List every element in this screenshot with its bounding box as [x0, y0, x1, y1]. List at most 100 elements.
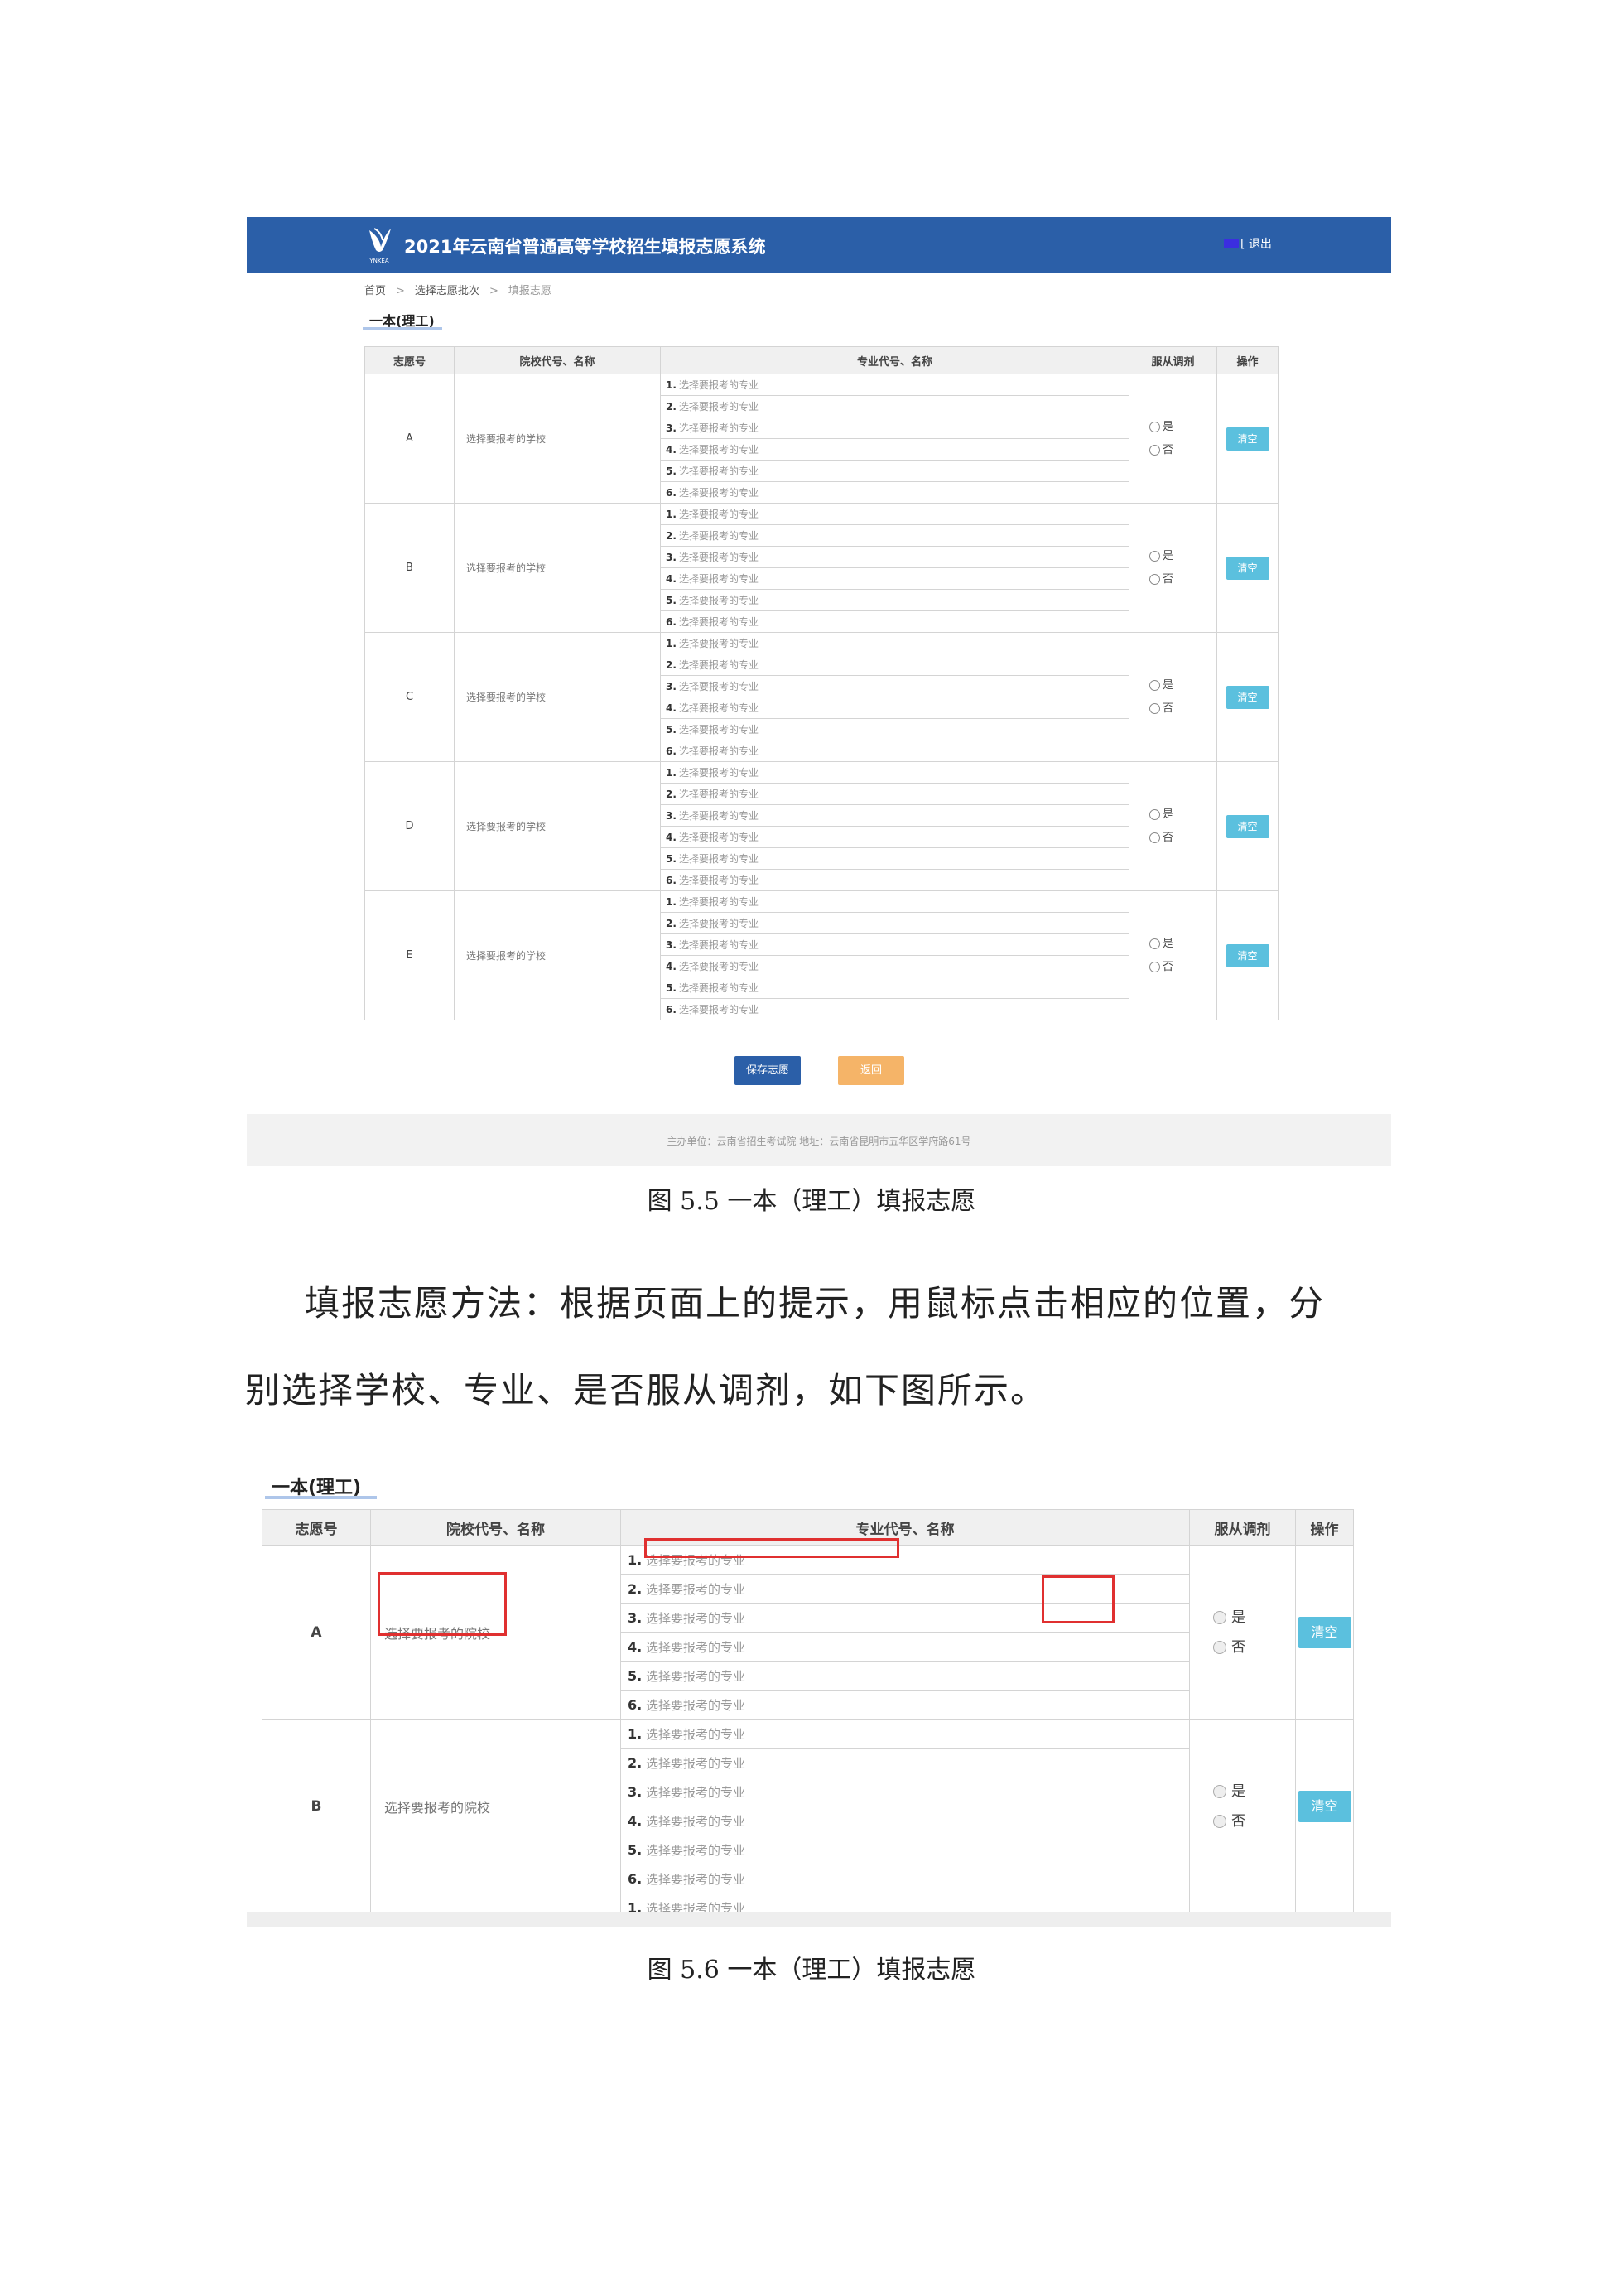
major-select[interactable]: 4. 选择要报考的专业 — [660, 697, 1129, 719]
adjust-yes-option[interactable]: 是 — [1129, 933, 1216, 956]
major-select[interactable]: 4. 选择要报考的专业 — [660, 567, 1129, 590]
major-select[interactable]: 3. 选择要报考的专业 — [660, 933, 1129, 956]
major-select[interactable]: 2. 选择要报考的专业 — [660, 783, 1129, 805]
adjust-yes-option[interactable]: 是 — [1129, 803, 1216, 827]
major-select[interactable]: 4. 选择要报考的专业 — [660, 826, 1129, 848]
major-select[interactable]: 5. 选择要报考的专业 — [660, 847, 1129, 870]
clear-button[interactable]: 清空 — [1226, 943, 1269, 967]
major-select[interactable]: 5. 选择要报考的专业 — [660, 977, 1129, 999]
major-select[interactable]: 3. 选择要报考的专业 — [660, 417, 1129, 439]
adjust-no-label: 否 — [1231, 1812, 1245, 1830]
major-select[interactable]: 4. 选择要报考的专业 — [620, 1806, 1190, 1835]
radio-yes-icon[interactable] — [1149, 421, 1160, 432]
major-placeholder: 选择要报考的专业 — [679, 659, 759, 671]
adjust-yes-option[interactable]: 是 — [1190, 1777, 1295, 1806]
major-select[interactable]: 4. 选择要报考的专业 — [660, 955, 1129, 977]
major-select[interactable]: 4. 选择要报考的专业 — [620, 1632, 1190, 1662]
radio-yes-icon[interactable] — [1149, 808, 1160, 820]
radio-yes-icon[interactable] — [1213, 1784, 1226, 1798]
major-select[interactable]: 2. 选择要报考的专业 — [660, 524, 1129, 547]
radio-no-icon[interactable] — [1149, 573, 1160, 585]
clear-button[interactable]: 清空 — [1226, 814, 1269, 838]
adjust-no-option[interactable]: 否 — [1190, 1633, 1295, 1662]
school-select[interactable]: 选择要报考的学校 — [454, 890, 661, 1020]
caption-figure-5-6: 图 5.6 一本（理工）填报志愿 — [647, 1956, 976, 1985]
radio-yes-icon[interactable] — [1149, 679, 1160, 691]
table-row: D 选择要报考的学校 1. 选择要报考的专业是否清空 — [364, 761, 1279, 891]
radio-no-icon[interactable] — [1149, 702, 1160, 714]
logout-link[interactable]: [ 退出 — [1240, 235, 1272, 252]
major-select[interactable]: 1. 选择要报考的专业 — [660, 761, 1129, 784]
major-select[interactable]: 3. 选择要报考的专业 — [660, 804, 1129, 827]
major-select[interactable]: 5. 选择要报考的专业 — [660, 589, 1129, 611]
radio-no-icon[interactable] — [1149, 832, 1160, 843]
major-select[interactable]: 6. 选择要报考的专业 — [660, 610, 1129, 633]
major-select[interactable]: 6. 选择要报考的专业 — [620, 1864, 1190, 1893]
major-placeholder: 选择要报考的专业 — [679, 896, 759, 908]
back-button[interactable]: 返回 — [838, 1056, 904, 1085]
major-select[interactable]: 3. 选择要报考的专业 — [660, 546, 1129, 568]
clear-button[interactable]: 清空 — [1298, 1790, 1351, 1822]
school-select[interactable]: 选择要报考的院校 — [370, 1719, 621, 1893]
adjust-no-option[interactable]: 否 — [1129, 439, 1216, 462]
major-select[interactable]: 1. 选择要报考的专业 — [660, 890, 1129, 913]
adjust-yes-option[interactable]: 是 — [1129, 416, 1216, 439]
major-select[interactable]: 2. 选择要报考的专业 — [660, 395, 1129, 417]
breadcrumb-home[interactable]: 首页 — [364, 285, 386, 297]
major-select[interactable]: 5. 选择要报考的专业 — [620, 1835, 1190, 1864]
col-header-action: 操作 — [1216, 346, 1279, 374]
adjust-yes-option[interactable]: 是 — [1129, 674, 1216, 697]
adjust-no-option[interactable]: 否 — [1190, 1806, 1295, 1836]
clear-button[interactable]: 清空 — [1226, 685, 1269, 709]
major-select[interactable]: 2. 选择要报考的专业 — [660, 654, 1129, 676]
major-select[interactable]: 1. 选择要报考的专业 — [660, 632, 1129, 654]
radio-no-icon[interactable] — [1149, 961, 1160, 972]
radio-no-icon[interactable] — [1213, 1640, 1226, 1654]
radio-yes-icon[interactable] — [1149, 938, 1160, 949]
major-select[interactable]: 6. 选择要报考的专业 — [660, 740, 1129, 762]
major-select[interactable]: 5. 选择要报考的专业 — [660, 460, 1129, 482]
radio-yes-icon[interactable] — [1149, 550, 1160, 562]
major-select[interactable]: 6. 选择要报考的专业 — [660, 998, 1129, 1020]
breadcrumb-select-batch[interactable]: 选择志愿批次 — [415, 285, 479, 297]
major-select[interactable]: 1. 选择要报考的专业 — [660, 503, 1129, 525]
adjust-yes-option[interactable]: 是 — [1129, 545, 1216, 568]
major-number: 6. — [666, 616, 677, 628]
major-number: 1. — [628, 1551, 643, 1568]
school-select[interactable]: 选择要报考的学校 — [454, 761, 661, 891]
major-select[interactable]: 3. 选择要报考的专业 — [660, 675, 1129, 697]
clear-button[interactable]: 清空 — [1298, 1616, 1351, 1648]
table-row: B 选择要报考的院校 1. 选择要报考的专业是否清空 — [262, 1719, 1354, 1893]
major-placeholder: 选择要报考的专业 — [679, 982, 759, 994]
radio-no-icon[interactable] — [1149, 444, 1160, 456]
adjust-yes-label: 是 — [1163, 937, 1174, 950]
school-select[interactable]: 选择要报考的学校 — [454, 374, 661, 504]
major-select[interactable]: 5. 选择要报考的专业 — [660, 718, 1129, 740]
clear-button[interactable]: 清空 — [1226, 427, 1269, 451]
radio-yes-icon[interactable] — [1213, 1610, 1226, 1624]
school-select[interactable]: 选择要报考的学校 — [454, 632, 661, 762]
bottom-strip — [247, 1912, 1391, 1927]
major-placeholder: 选择要报考的专业 — [679, 1004, 759, 1015]
school-select[interactable]: 选择要报考的学校 — [454, 503, 661, 633]
major-select[interactable]: 5. 选择要报考的专业 — [620, 1661, 1190, 1691]
adjust-no-label: 否 — [1163, 443, 1174, 456]
major-select[interactable]: 2. 选择要报考的专业 — [620, 1748, 1190, 1777]
adjust-no-option[interactable]: 否 — [1129, 697, 1216, 721]
major-select[interactable]: 6. 选择要报考的专业 — [660, 869, 1129, 891]
radio-no-icon[interactable] — [1213, 1814, 1226, 1828]
save-button[interactable]: 保存志愿 — [734, 1056, 801, 1085]
major-select[interactable]: 6. 选择要报考的专业 — [660, 481, 1129, 504]
adjust-no-option[interactable]: 否 — [1129, 956, 1216, 979]
adjust-no-option[interactable]: 否 — [1129, 827, 1216, 850]
major-select[interactable]: 3. 选择要报考的专业 — [620, 1777, 1190, 1806]
paragraph-line-2: 别选择学校、专业、是否服从调剂，如下图所示。 — [245, 1370, 1047, 1411]
major-select[interactable]: 1. 选择要报考的专业 — [660, 374, 1129, 396]
major-select[interactable]: 6. 选择要报考的专业 — [620, 1690, 1190, 1720]
adjust-yes-option[interactable]: 是 — [1190, 1603, 1295, 1633]
major-select[interactable]: 1. 选择要报考的专业 — [620, 1719, 1190, 1749]
major-select[interactable]: 4. 选择要报考的专业 — [660, 438, 1129, 461]
clear-button[interactable]: 清空 — [1226, 556, 1269, 580]
adjust-no-option[interactable]: 否 — [1129, 568, 1216, 591]
major-select[interactable]: 2. 选择要报考的专业 — [660, 912, 1129, 934]
